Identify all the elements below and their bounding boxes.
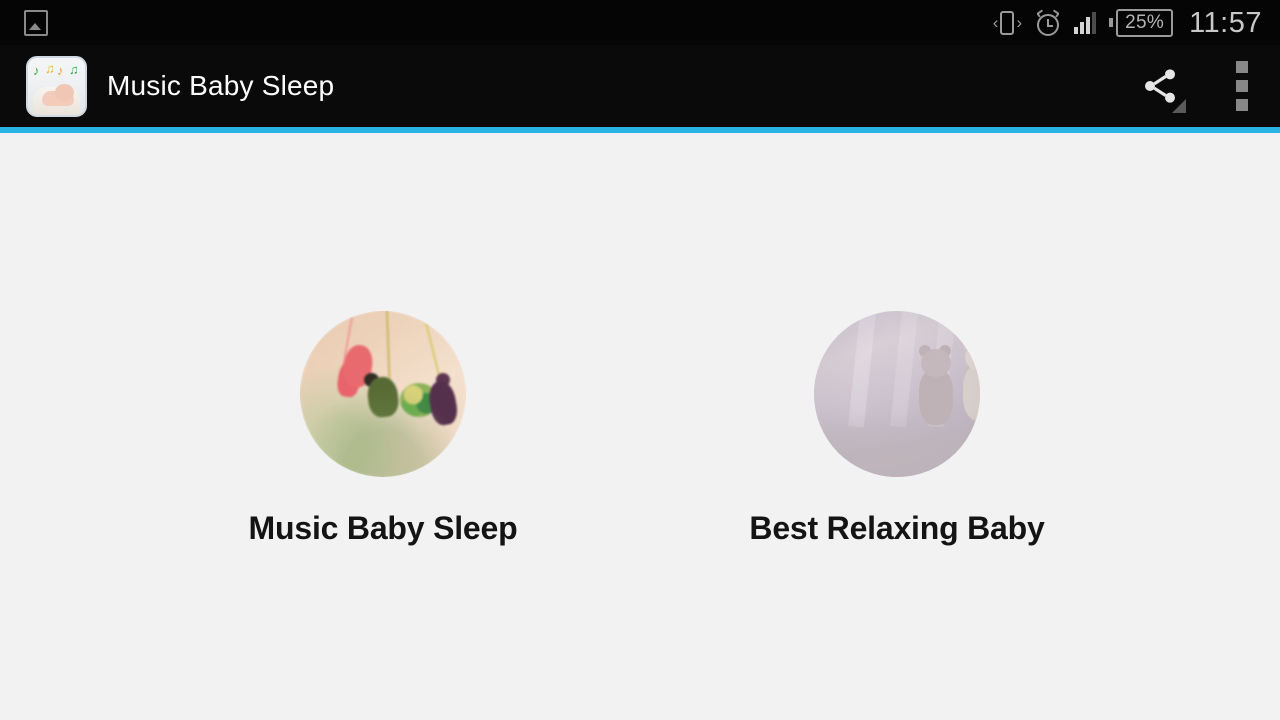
hanging-teddy-bears-thumbnail[interactable]	[814, 311, 980, 477]
screenshot-icon	[24, 9, 48, 36]
status-bar-clock: 11:57	[1189, 6, 1262, 39]
list-item-label: Music Baby Sleep	[248, 510, 518, 546]
vibrate-icon: ‹ ›	[992, 10, 1023, 35]
main-content: Music Baby Sleep Best Relaxing Baby	[0, 133, 1280, 720]
signal-bar-1	[1074, 26, 1079, 34]
vibrate-phone-body	[1000, 10, 1015, 35]
status-bar: ‹ › 25% 11:57	[0, 0, 1280, 45]
signal-bar-3	[1086, 16, 1091, 34]
battery-indicator: 25%	[1109, 8, 1174, 37]
action-bar-actions	[1116, 45, 1280, 127]
signal-bar-4	[1092, 11, 1097, 34]
app-logo-music-note-3: ♪	[57, 62, 64, 78]
list-item[interactable]: Best Relaxing Baby	[697, 311, 1097, 547]
signal-bar-2	[1080, 21, 1085, 34]
app-logo-music-note-4: ♫	[69, 61, 79, 77]
share-dropdown-indicator-icon	[1172, 99, 1186, 113]
app-logo-music-note-2: ♫	[45, 60, 55, 76]
battery-level-label: 25%	[1116, 8, 1174, 37]
action-bar: ♪ ♫ ♪ ♫ Music Baby Sleep	[0, 45, 1280, 127]
app-logo-baby-head	[55, 83, 74, 101]
signal-bars-icon	[1074, 11, 1097, 34]
battery-nub	[1109, 18, 1114, 27]
alarm-hand-hour	[1047, 24, 1054, 27]
overflow-dot-2	[1236, 80, 1248, 92]
app-title: Music Baby Sleep	[107, 70, 335, 101]
thumbnail-blur-overlay	[300, 311, 466, 477]
app-logo-baby-music-icon: ♪ ♫ ♪ ♫	[26, 55, 87, 117]
status-bar-left	[0, 9, 48, 36]
overflow-dot-1	[1236, 61, 1248, 73]
vibrate-wave-left: ‹	[992, 13, 999, 32]
overflow-menu-icon[interactable]	[1204, 45, 1280, 127]
thumbnail-blur-overlay	[814, 311, 980, 477]
baby-mobile-knitted-animals-thumbnail[interactable]	[300, 311, 466, 477]
list-item-label: Best Relaxing Baby	[749, 510, 1045, 546]
share-button[interactable]	[1116, 45, 1204, 127]
overflow-dot-3	[1236, 99, 1248, 111]
status-bar-right: ‹ › 25% 11:57	[993, 7, 1280, 39]
list-item[interactable]: Music Baby Sleep	[183, 311, 583, 547]
app-logo-music-note-1: ♪	[33, 62, 40, 78]
alarm-clock-icon	[1035, 8, 1061, 36]
vibrate-wave-right: ›	[1016, 13, 1023, 32]
